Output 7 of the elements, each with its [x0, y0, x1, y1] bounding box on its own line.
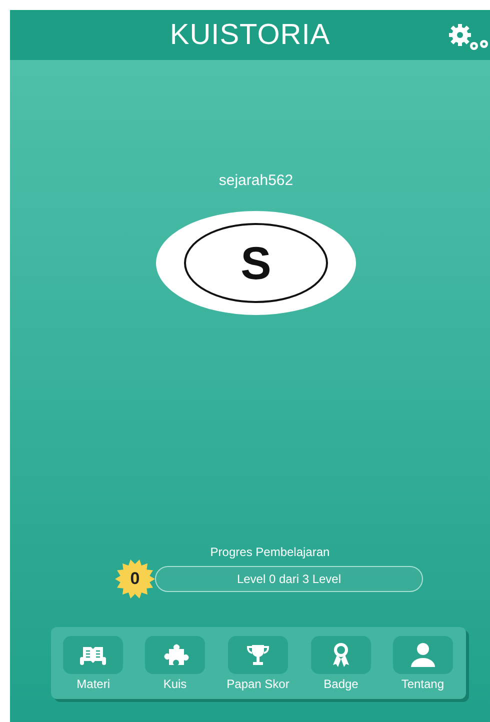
- avatar-initial: S: [184, 223, 328, 303]
- settings-icon[interactable]: [446, 22, 490, 52]
- app-title: KUISTORIA: [170, 18, 330, 52]
- progress-text: Level 0 dari 3 Level: [236, 572, 342, 586]
- progress-label: Progres Pembelajaran: [210, 545, 330, 559]
- username: sejarah562: [218, 172, 294, 189]
- level-badge: 0: [115, 559, 155, 599]
